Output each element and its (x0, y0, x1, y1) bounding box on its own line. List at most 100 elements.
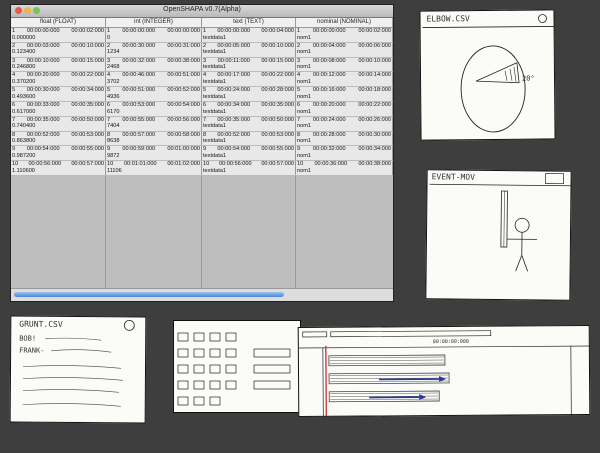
table-cell[interactable]: 8 00:00:52:000 00:00:53:000 0.863800 (11, 131, 106, 146)
cell-onset: 00:00:24:000 (312, 116, 346, 123)
window-title: OpenSHAPA v0.7(Alpha) (163, 6, 241, 13)
table-cell[interactable]: 1 00:00:00:000 00:00:02:000 0.000000 (11, 28, 106, 42)
table-cell[interactable]: 8 00:00:52:000 00:00:53:000 textdata1 (202, 131, 296, 146)
table-cell[interactable]: 7 00:00:55:000 00:00:56:000 7404 (106, 116, 202, 131)
table-cell[interactable]: 7 00:00:24:000 00:00:26:000 nom1 (296, 116, 393, 131)
table-cell[interactable]: 3 00:00:32:000 00:00:38:000 2468 (106, 57, 202, 72)
cell-ordinal: 8 (107, 131, 111, 138)
cell-ordinal: 9 (12, 146, 16, 153)
table-cell[interactable]: 2 00:00:03:000 00:00:10:000 0.123400 (11, 42, 106, 57)
cell-offset: 00:00:00:000 (167, 28, 200, 34)
table-row[interactable]: 2 00:00:03:000 00:00:10:000 0.123400 2 00:00:… (11, 42, 393, 58)
cell-value: textdata1 (203, 123, 227, 130)
table-cell[interactable]: 3 00:00:08:000 00:00:10:000 nom1 (296, 57, 393, 72)
cell-onset: 00:00:33:000 (26, 101, 60, 108)
cell-ordinal: 10 (297, 161, 304, 168)
column-header-bar: float (FLOAT) int (INTEGER) text (TEXT) … (11, 18, 393, 28)
cell-value: textdata1 (203, 34, 227, 41)
cell-ordinal: 4 (203, 72, 207, 79)
table-cell[interactable]: 4 00:00:20:000 00:00:22:000 0.370200 (11, 72, 106, 87)
table-cell[interactable]: 10 00:00:56:000 00:00:57:000 textdata1 (202, 161, 296, 175)
table-cell[interactable]: 1 00:00:00:000 00:00:02:000 nom1 (296, 28, 393, 42)
table-cell[interactable]: 9 00:00:54:000 00:00:55:000 0.987200 (11, 146, 106, 161)
table-row[interactable]: 6 00:00:33:000 00:00:35:000 0.617000 6 00:00:… (11, 101, 393, 117)
cell-value: textdata1 (203, 78, 227, 85)
table-cell[interactable]: 9 00:00:32:000 00:00:34:000 nom1 (296, 146, 393, 161)
table-row[interactable]: 4 00:00:20:000 00:00:22:000 0.370200 4 00:00:… (11, 72, 393, 88)
cell-value: textdata1 (203, 167, 227, 174)
horizontal-scrollbar[interactable] (11, 288, 393, 301)
cell-offset: 00:00:35:000 (261, 101, 294, 108)
table-row[interactable]: 10 00:00:56:000 00:00:57:000 1.110600 10 00:0… (11, 161, 393, 176)
cell-onset: 00:00:20:000 (312, 101, 346, 108)
table-cell[interactable]: 6 00:00:33:000 00:00:35:000 0.617000 (11, 101, 106, 116)
cell-ordinal: 7 (297, 116, 301, 123)
cell-offset: 00:00:22:000 (71, 72, 104, 79)
cell-value: 0.617000 (12, 108, 36, 115)
cell-offset: 00:00:22:000 (261, 72, 294, 79)
table-row[interactable]: 5 00:00:30:000 00:00:34:000 0.493600 5 00:00:… (11, 87, 393, 102)
table-cell[interactable]: 4 00:00:17:000 00:00:22:000 textdata1 (202, 72, 296, 87)
grunt-sketch-drawing (22, 319, 135, 407)
cell-onset: 00:00:11:000 (217, 57, 250, 64)
cell-value: textdata1 (203, 108, 227, 115)
table-cell[interactable]: 1 00:00:00:000 00:00:00:000 0 (106, 28, 202, 42)
table-cell[interactable]: 6 00:00:53:000 00:00:54:000 6170 (106, 101, 202, 116)
table-cell[interactable]: 1 00:00:00:000 00:00:04:000 textdata1 (202, 28, 296, 42)
table-cell[interactable]: 9 00:00:54:000 00:00:55:000 textdata1 (202, 146, 296, 161)
cell-value: 0.000000 (12, 34, 36, 41)
title-bar[interactable]: OpenSHAPA v0.7(Alpha) (11, 5, 393, 18)
cell-onset: 00:00:12:000 (312, 72, 346, 79)
table-cell[interactable]: 9 00:00:59:000 00:01:00:000 9872 (106, 146, 202, 161)
controller-sketch-drawing (177, 332, 291, 406)
table-row[interactable]: 3 00:00:10:000 00:00:15:000 0.246800 3 00:00:… (11, 57, 393, 73)
table-cell[interactable]: 6 00:00:20:000 00:00:22:000 nom1 (296, 101, 393, 116)
column-header-int[interactable]: int (INTEGER) (106, 18, 202, 27)
empty-area (11, 176, 393, 288)
table-cell[interactable]: 4 00:00:12:000 00:00:14:000 nom1 (296, 72, 393, 87)
cell-onset: 00:00:56:000 (28, 161, 62, 168)
table-cell[interactable]: 10 00:00:36:000 00:00:38:000 nom1 (296, 161, 393, 175)
table-cell[interactable]: 8 00:00:57:000 00:00:58:000 8638 (106, 131, 202, 146)
table-row[interactable]: 7 00:00:35:000 00:00:50:000 0.740400 7 00:00:… (11, 116, 393, 132)
cell-onset: 00:00:03:000 (26, 42, 60, 49)
cell-ordinal: 6 (12, 101, 16, 108)
spreadsheet-grid: 1 00:00:00:000 00:00:02:000 0.000000 1 00:00:… (11, 28, 393, 176)
table-cell[interactable]: 2 00:00:30:000 00:00:31:000 1234 (106, 42, 202, 57)
table-cell[interactable]: 3 00:00:10:000 00:00:15:000 0.246800 (11, 57, 106, 72)
cell-ordinal: 10 (107, 161, 114, 168)
table-row[interactable]: 1 00:00:00:000 00:00:02:000 0.000000 1 00:00:… (11, 28, 393, 43)
cell-value: 2468 (107, 64, 120, 71)
scrollbar-thumb[interactable] (14, 292, 284, 297)
column-header-nominal[interactable]: nominal (NOMINAL) (296, 18, 393, 27)
table-cell[interactable]: 5 00:00:51:000 00:00:52:000 4936 (106, 87, 202, 101)
cell-offset: 00:00:34:000 (71, 87, 104, 94)
table-cell[interactable]: 5 00:00:24:000 00:00:28:000 textdata1 (202, 87, 296, 101)
column-header-text[interactable]: text (TEXT) (202, 18, 296, 27)
cell-value: nom1 (297, 152, 311, 159)
table-cell[interactable]: 6 00:00:34:000 00:00:35:000 textdata1 (202, 101, 296, 116)
table-cell[interactable]: 3 00:00:11:000 00:00:15:000 textdata1 (202, 57, 296, 72)
cell-offset: 00:00:34:000 (358, 146, 391, 153)
table-cell[interactable]: 8 00:00:28:000 00:00:30:000 nom1 (296, 131, 393, 146)
table-row[interactable]: 9 00:00:54:000 00:00:55:000 0.987200 9 00:00:… (11, 146, 393, 162)
table-cell[interactable]: 2 00:00:05:000 00:00:10:000 textdata1 (202, 42, 296, 57)
cell-ordinal: 1 (12, 28, 16, 34)
table-cell[interactable]: 7 00:00:35:000 00:00:50:000 textdata1 (202, 116, 296, 131)
table-row[interactable]: 8 00:00:52:000 00:00:53:000 0.863800 8 00:00:… (11, 131, 393, 147)
table-cell[interactable]: 2 00:00:04:000 00:00:06:000 nom1 (296, 42, 393, 57)
cell-onset: 00:00:59:000 (122, 146, 156, 153)
cell-ordinal: 3 (12, 57, 16, 64)
table-cell[interactable]: 5 00:00:30:000 00:00:34:000 0.493600 (11, 87, 106, 101)
event-sketch-drawing (429, 173, 571, 272)
cell-ordinal: 8 (12, 131, 16, 138)
table-cell[interactable]: 5 00:00:16:000 00:00:18:000 nom1 (296, 87, 393, 101)
cell-offset: 00:00:04:000 (261, 28, 294, 34)
column-header-float[interactable]: float (FLOAT) (11, 18, 106, 27)
cell-ordinal: 5 (203, 87, 207, 94)
cell-onset: 00:00:36:000 (314, 161, 348, 168)
table-cell[interactable]: 10 00:01:01:000 00:01:02:000 11106 (106, 161, 202, 175)
table-cell[interactable]: 10 00:00:56:000 00:00:57:000 1.110600 (11, 161, 106, 175)
table-cell[interactable]: 4 00:00:46:000 00:00:51:000 3702 (106, 72, 202, 87)
table-cell[interactable]: 7 00:00:35:000 00:00:50:000 0.740400 (11, 116, 106, 131)
